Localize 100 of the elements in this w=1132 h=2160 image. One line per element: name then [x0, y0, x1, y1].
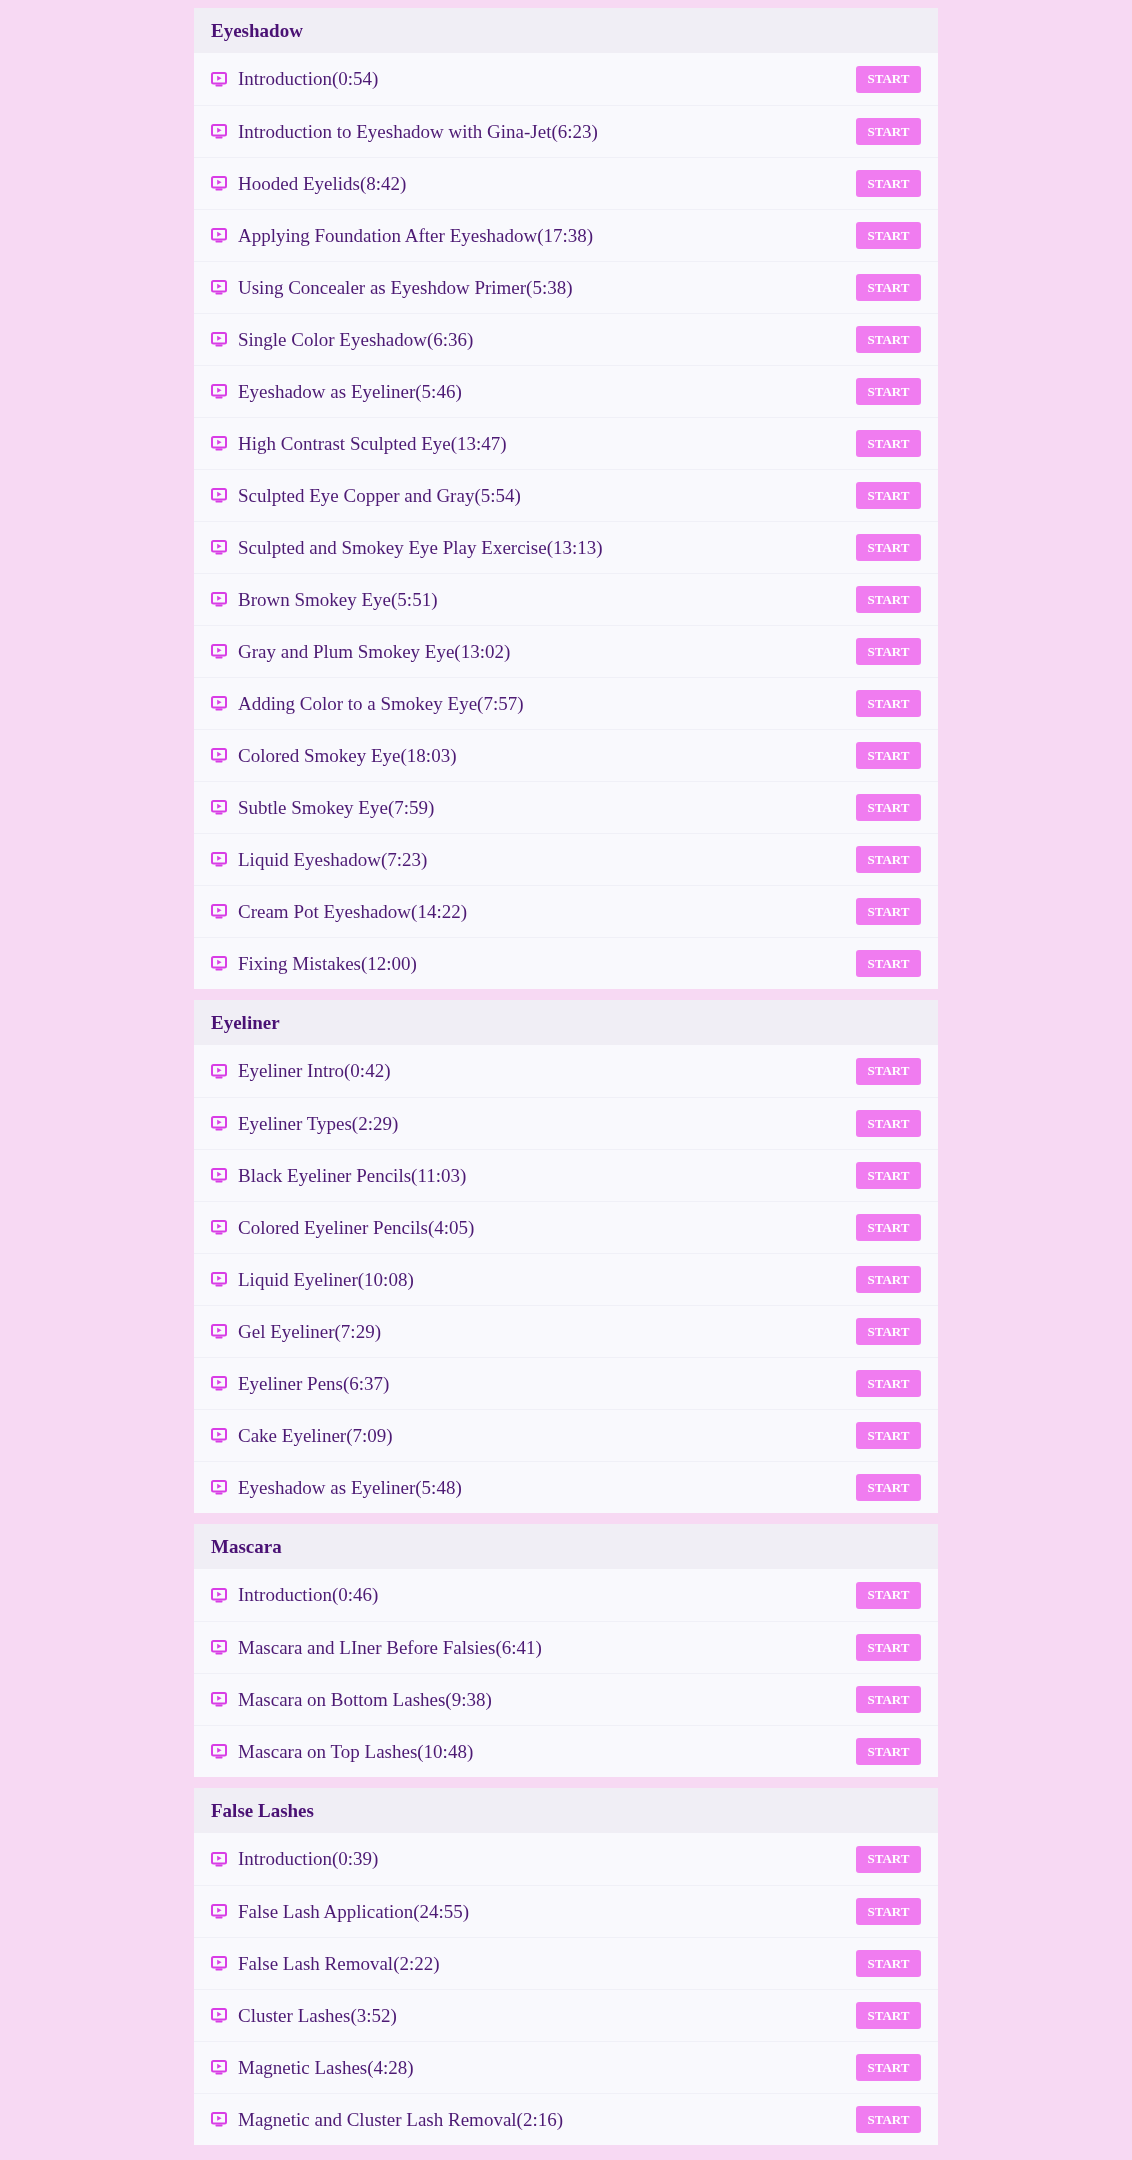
video-play-icon	[211, 1220, 227, 1235]
lesson-title: Eyeshadow as Eyeliner(5:48)	[238, 1476, 463, 1499]
start-button[interactable]: START	[856, 1581, 921, 1609]
start-button[interactable]: START	[856, 1110, 921, 1137]
lesson-title: Mascara on Top Lashes(10:48)	[238, 1740, 475, 1763]
start-button[interactable]: START	[856, 118, 921, 145]
lesson-title: Gel Eyeliner(7:29)	[238, 1320, 382, 1343]
start-button[interactable]: START	[856, 898, 921, 925]
start-button[interactable]: START	[856, 534, 921, 561]
start-button[interactable]: START	[856, 794, 921, 821]
start-button[interactable]: START	[856, 222, 921, 249]
start-button[interactable]: START	[856, 1422, 921, 1449]
lesson-title: Liquid Eyeliner(10:08)	[238, 1268, 415, 1291]
video-play-icon	[211, 800, 227, 815]
start-button[interactable]: START	[856, 1318, 921, 1345]
lesson-title: Introduction to Eyeshadow with Gina-Jet(6:23)	[238, 120, 599, 143]
start-button[interactable]: START	[856, 690, 921, 717]
lesson-title: False Lash Application(24:55)	[238, 1900, 471, 1923]
start-button[interactable]: START	[856, 430, 921, 457]
video-play-icon	[211, 644, 227, 659]
lesson-title: Adding Color to a Smokey Eye(7:57)	[238, 692, 525, 715]
video-play-icon	[211, 1376, 227, 1391]
lesson-title: Introduction(0:39)	[238, 1848, 380, 1870]
start-button[interactable]: START	[856, 846, 921, 873]
video-play-icon	[211, 436, 227, 451]
lesson-title: Sculpted Eye Copper and Gray(5:54)	[238, 484, 522, 507]
start-button[interactable]: START	[856, 1845, 921, 1873]
start-button[interactable]: START	[856, 1634, 921, 1661]
start-button[interactable]: START	[856, 170, 921, 197]
start-button[interactable]: START	[856, 2002, 921, 2029]
start-button[interactable]: START	[856, 1474, 921, 1501]
video-play-icon	[211, 852, 227, 867]
video-play-icon	[211, 696, 227, 711]
start-button[interactable]: START	[856, 586, 921, 613]
video-play-icon	[211, 2112, 227, 2127]
lesson-title: Applying Foundation After Eyeshadow(17:38)	[238, 224, 595, 247]
start-button[interactable]: START	[856, 1057, 921, 1085]
lesson-title: Eyeshadow as Eyeliner(5:46)	[238, 380, 463, 403]
section-header: Mascara	[194, 1524, 938, 1569]
video-play-icon	[211, 540, 227, 555]
lesson-title: Cluster Lashes(3:52)	[238, 2004, 398, 2027]
video-play-icon	[211, 1640, 227, 1655]
lesson-title: Subtle Smokey Eye(7:59)	[238, 796, 436, 819]
video-play-icon	[211, 1692, 227, 1707]
lesson-title: Magnetic and Cluster Lash Removal(2:16)	[238, 2108, 565, 2131]
lesson-title: Fixing Mistakes(12:00)	[238, 952, 418, 975]
start-button[interactable]: START	[856, 2106, 921, 2133]
start-button[interactable]: START	[856, 1898, 921, 1925]
section-header: Eyeshadow	[194, 8, 938, 53]
lesson-title: Eyeliner Pens(6:37)	[238, 1372, 391, 1395]
lesson-title: Gray and Plum Smokey Eye(13:02)	[238, 640, 512, 663]
video-play-icon	[211, 488, 227, 503]
lesson-title: Hooded Eyelids(8:42)	[238, 172, 408, 195]
video-play-icon	[211, 2008, 227, 2023]
lesson-title: Black Eyeliner Pencils(11:03)	[238, 1164, 468, 1187]
video-play-icon	[211, 2060, 227, 2075]
start-button[interactable]: START	[856, 1162, 921, 1189]
video-play-icon	[211, 384, 227, 399]
lesson-title: Cream Pot Eyeshadow(14:22)	[238, 900, 468, 923]
video-play-icon	[211, 904, 227, 919]
start-button[interactable]: START	[856, 2054, 921, 2081]
lesson-title: Liquid Eyeshadow(7:23)	[238, 848, 429, 871]
start-button[interactable]: START	[856, 1738, 921, 1765]
video-play-icon	[211, 71, 227, 87]
start-button[interactable]: START	[856, 378, 921, 405]
video-play-icon	[211, 1428, 227, 1443]
video-play-icon	[211, 1116, 227, 1131]
start-button[interactable]: START	[856, 482, 921, 509]
lesson-title: Magnetic Lashes(4:28)	[238, 2056, 415, 2079]
video-play-icon	[211, 1480, 227, 1495]
video-play-icon	[211, 956, 227, 971]
video-play-icon	[211, 1587, 227, 1603]
start-button[interactable]: START	[856, 1214, 921, 1241]
start-button[interactable]: START	[856, 326, 921, 353]
start-button[interactable]: START	[856, 638, 921, 665]
start-button[interactable]: START	[856, 1686, 921, 1713]
lesson-title: Introduction(0:46)	[238, 1584, 380, 1606]
start-button[interactable]: START	[856, 65, 921, 93]
start-button[interactable]: START	[856, 1950, 921, 1977]
start-button[interactable]: START	[856, 742, 921, 769]
video-play-icon	[211, 332, 227, 347]
video-play-icon	[211, 748, 227, 763]
video-play-icon	[211, 1956, 227, 1971]
video-play-icon	[211, 176, 227, 191]
start-button[interactable]: START	[856, 1370, 921, 1397]
lesson-title: Using Concealer as Eyeshdow Primer(5:38)	[238, 276, 574, 299]
section-header: False Lashes	[194, 1788, 938, 1833]
start-button[interactable]: START	[856, 950, 921, 977]
video-play-icon	[211, 1168, 227, 1183]
lesson-title: Colored Eyeliner Pencils(4:05)	[238, 1216, 476, 1239]
lesson-title: Eyeliner Intro(0:42)	[238, 1060, 392, 1082]
start-button[interactable]: START	[856, 1266, 921, 1293]
lesson-title: Brown Smokey Eye(5:51)	[238, 588, 439, 611]
lesson-title: Mascara and LIner Before Falsies(6:41)	[238, 1636, 543, 1659]
video-play-icon	[211, 1744, 227, 1759]
start-button[interactable]: START	[856, 274, 921, 301]
lesson-title: Colored Smokey Eye(18:03)	[238, 744, 458, 767]
lesson-title: Single Color Eyeshadow(6:36)	[238, 328, 475, 351]
lesson-title: False Lash Removal(2:22)	[238, 1952, 441, 1975]
video-play-icon	[211, 1324, 227, 1339]
